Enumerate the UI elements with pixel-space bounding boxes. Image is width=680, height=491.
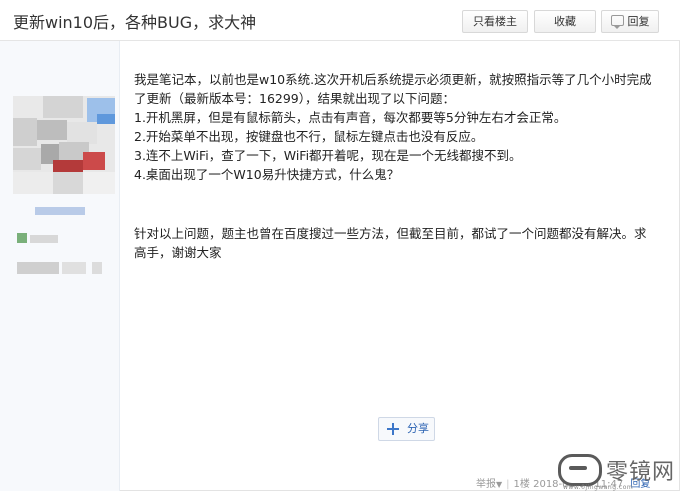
report-label: 举报	[476, 479, 496, 490]
user-info-block	[17, 262, 59, 274]
post-paragraph: 4.桌面出现了一个W10易升快捷方式，什么鬼？	[134, 167, 400, 182]
avatar[interactable]	[13, 96, 115, 194]
watermark-brand: 零镜网	[606, 460, 676, 485]
reply-button[interactable]: 回复	[601, 10, 659, 33]
user-info-block	[92, 262, 102, 274]
level-icon	[17, 233, 27, 243]
watermark-url: www.0jingwang.com	[563, 484, 634, 491]
floor-number: 1楼	[513, 479, 530, 490]
chevron-down-icon: ▼	[496, 480, 503, 489]
post-paragraph: 我是笔记本，以前也是w10系统.这次开机后系统提示必须更新，就按照指示等了几个小…	[134, 72, 652, 106]
watermark-logo-icon	[558, 454, 602, 486]
post-paragraph: 2.开始菜单不出现，按键盘也不行，鼠标左键点击也没有反应。	[134, 129, 484, 144]
reply-icon	[610, 15, 624, 29]
reply-button-label: 回复	[627, 15, 650, 28]
plus-icon	[387, 423, 399, 435]
user-info-block	[62, 262, 86, 274]
watermark: 零镜网 www.0jingwang.com	[558, 452, 676, 491]
favorite-button[interactable]: 收藏	[534, 10, 596, 33]
share-label: 分享	[407, 422, 429, 435]
only-op-button[interactable]: 只看楼主	[462, 10, 528, 33]
username-link[interactable]	[35, 207, 85, 215]
post-paragraph: 针对以上问题，题主也曾在百度搜过一些方法，但截至目前，都试了一个问题都没有解决。…	[134, 226, 647, 260]
report-link[interactable]: 举报▼	[476, 479, 502, 490]
post-header: 更新win10后，各种BUG，求大神 只看楼主 收藏 回复	[0, 0, 680, 41]
post-content: 我是笔记本，以前也是w10系统.这次开机后系统提示必须更新，就按照指示等了几个小…	[134, 70, 654, 262]
post-title: 更新win10后，各种BUG，求大神	[13, 13, 257, 32]
share-button[interactable]: 分享	[378, 417, 435, 441]
author-sidebar	[0, 41, 120, 491]
level-text	[30, 235, 58, 243]
post-paragraph: 3.连不上WiFi，查了一下，WiFi都开着呢，现在是一个无线都搜不到。	[134, 148, 522, 163]
post-paragraph: 1.开机黑屏，但是有鼠标箭头，点击有声音，每次都要等5分钟左右才会正常。	[134, 110, 567, 125]
